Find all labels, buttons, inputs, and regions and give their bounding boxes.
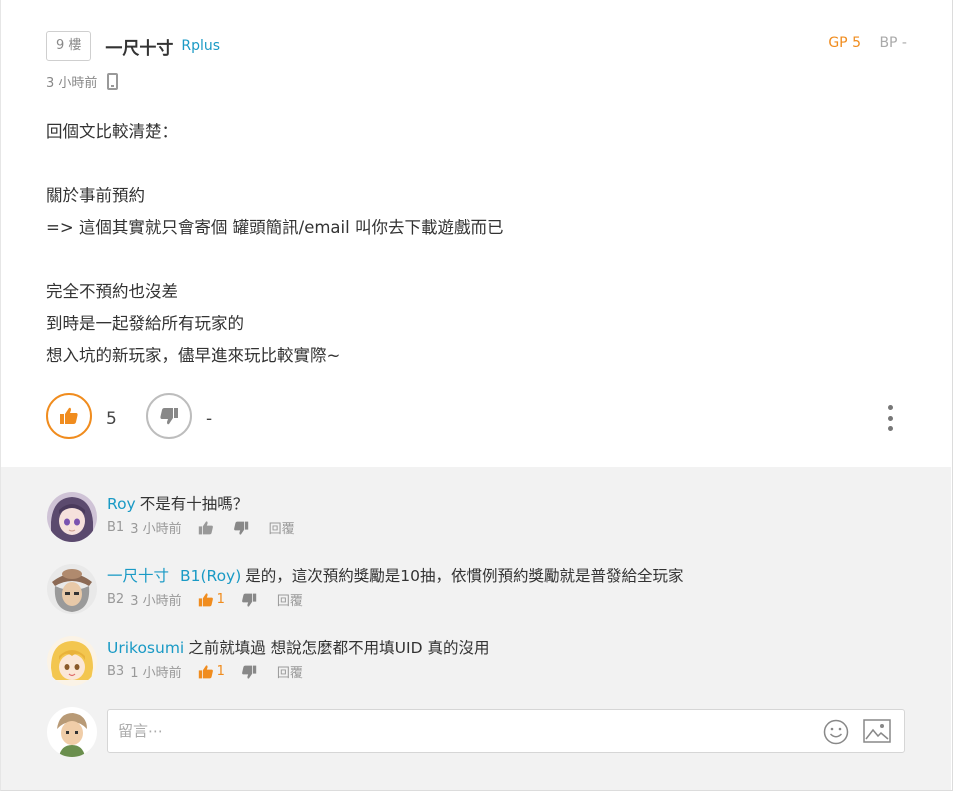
comment-time: 3 小時前	[130, 522, 182, 537]
avatar[interactable]	[47, 564, 97, 614]
comment-dislike-button[interactable]	[241, 592, 257, 608]
comment-time: 3 小時前	[130, 594, 182, 609]
post-content: 回個文比較清楚： 關於事前預約 => 這個其實就只會寄個 罐頭簡訊/email …	[46, 116, 503, 372]
more-dot-icon	[887, 426, 893, 431]
reply-link[interactable]: 回覆	[277, 662, 303, 681]
comment-like-count: 1	[216, 664, 225, 679]
emoji-button[interactable]	[823, 719, 849, 749]
content-line: 關於事前預約	[46, 186, 145, 205]
gp-bp-stats: GP 5 BP -	[828, 35, 907, 51]
comment-like-button[interactable]: 1	[198, 664, 225, 680]
comment-like-button[interactable]	[198, 520, 217, 536]
author-id[interactable]: Rplus	[181, 38, 220, 54]
mobile-device-icon	[107, 73, 119, 90]
content-line: => 這個其實就只會寄個 罐頭簡訊/email 叫你去下載遊戲而已	[46, 218, 504, 237]
thumbs-down-icon	[242, 665, 257, 679]
thumbs-down-icon	[233, 521, 248, 535]
comment-mention[interactable]: B1(Roy)	[180, 567, 241, 585]
reply-link[interactable]: 回覆	[277, 590, 303, 609]
thumbs-up-icon	[198, 520, 213, 534]
reply-link[interactable]: 回覆	[269, 518, 295, 537]
comment-floor: B1	[107, 520, 125, 535]
content-line: 到時是一起發給所有玩家的	[46, 314, 244, 333]
current-user-avatar[interactable]	[47, 707, 97, 757]
like-button[interactable]	[46, 393, 92, 439]
dislike-count: -	[206, 409, 213, 429]
comment-time: 1 小時前	[130, 666, 182, 681]
reply-composer	[47, 707, 907, 759]
comment-section: Roy 不是有十抽嗎？ B1 3 小時前 回覆 一尺十寸 B1(Roy) 是的，…	[1, 467, 951, 790]
post-meta: 3 小時前	[46, 72, 119, 91]
thumbs-down-icon	[160, 408, 178, 425]
bp-count[interactable]: BP -	[879, 35, 907, 51]
image-upload-button[interactable]	[863, 719, 891, 747]
comment-text: 不是有十抽嗎？	[139, 495, 249, 513]
comment-floor: B3	[107, 664, 125, 679]
floor-badge[interactable]: 9 樓	[46, 31, 92, 61]
content-line: 回個文比較清楚：	[46, 122, 178, 141]
comment-dislike-button[interactable]	[241, 664, 257, 680]
gp-count[interactable]: GP 5	[828, 35, 861, 51]
avatar[interactable]	[47, 636, 97, 686]
more-options-button[interactable]	[886, 405, 894, 431]
comment-input[interactable]	[107, 709, 905, 753]
comment-like-count: 1	[216, 592, 225, 607]
content-line: 完全不預約也沒差	[46, 282, 178, 301]
thumbs-up-icon	[198, 592, 213, 606]
comment-author[interactable]: 一尺十寸	[107, 567, 169, 585]
author-name[interactable]: 一尺十寸	[105, 34, 173, 59]
comment-like-button[interactable]: 1	[198, 592, 225, 608]
thumbs-down-icon	[242, 593, 257, 607]
comment-floor: B2	[107, 592, 125, 607]
more-dot-icon	[887, 405, 893, 410]
thumbs-up-icon	[60, 407, 78, 424]
comment-text: 之前就填過 想說怎麼都不用填UID 真的沒用	[188, 639, 490, 657]
comment-author[interactable]: Urikosumi	[107, 639, 184, 657]
vote-bar: 5 -	[46, 393, 906, 443]
comment-dislike-button[interactable]	[233, 520, 249, 536]
like-count: 5	[106, 409, 117, 429]
thumbs-up-icon	[198, 664, 213, 678]
more-dot-icon	[887, 415, 893, 421]
image-icon	[863, 719, 891, 743]
content-line	[46, 244, 503, 276]
dislike-button[interactable]	[146, 393, 192, 439]
smiley-icon	[823, 719, 849, 745]
avatar[interactable]	[47, 492, 97, 542]
post-header: 9 樓 一尺十寸 Rplus	[46, 31, 220, 61]
content-line	[46, 148, 503, 180]
comment-author[interactable]: Roy	[107, 495, 136, 513]
comment-text: 是的，這次預約獎勵是10抽，依慣例預約獎勵就是普發給全玩家	[245, 567, 684, 585]
content-line: 想入坑的新玩家，儘早進來玩比較實際~	[46, 346, 341, 365]
post-time: 3 小時前	[46, 76, 98, 91]
